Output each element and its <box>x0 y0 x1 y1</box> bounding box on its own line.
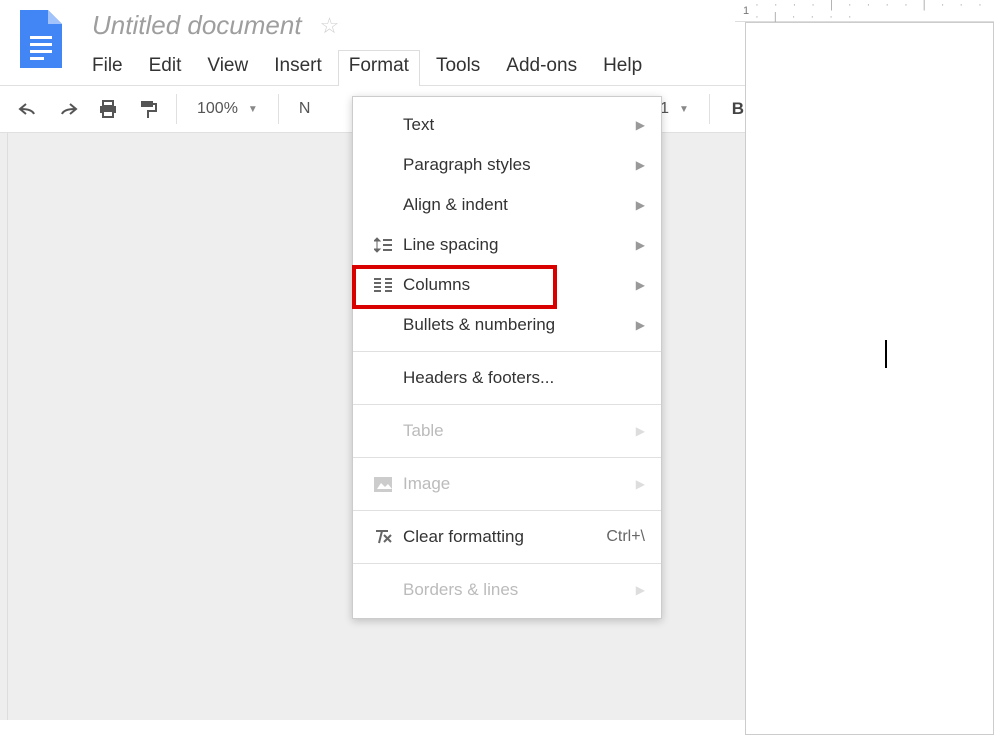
dd-label: Table <box>403 421 636 441</box>
menu-view[interactable]: View <box>207 51 248 81</box>
document-page[interactable] <box>745 22 994 735</box>
chevron-right-icon: ▶ <box>636 318 645 332</box>
ruler-number: 1 <box>743 5 749 17</box>
dropdown-divider <box>353 351 661 352</box>
dropdown-divider <box>353 404 661 405</box>
dd-label: Borders & lines <box>403 580 636 600</box>
dd-clear-formatting[interactable]: Clear formatting Ctrl+\ <box>353 517 661 557</box>
dd-label: Paragraph styles <box>403 155 636 175</box>
menu-file[interactable]: File <box>92 51 123 81</box>
image-icon <box>369 477 397 492</box>
ruler[interactable]: 1 · · · · | · · · · | · · · · | · · · · <box>735 0 994 22</box>
dropdown-divider <box>353 563 661 564</box>
dd-shortcut: Ctrl+\ <box>606 528 645 546</box>
font-initial: N <box>299 100 311 118</box>
docs-logo-icon[interactable] <box>20 10 62 68</box>
caret-down-icon: ▼ <box>248 104 258 115</box>
chevron-right-icon: ▶ <box>636 238 645 252</box>
chevron-right-icon: ▶ <box>636 118 645 132</box>
chevron-right-icon: ▶ <box>636 158 645 172</box>
dd-label: Clear formatting <box>403 527 606 547</box>
star-icon[interactable]: ☆ <box>320 13 340 39</box>
dd-headers-footers[interactable]: Headers & footers... <box>353 358 661 398</box>
dd-table: Table ▶ <box>353 411 661 451</box>
paint-format-button[interactable] <box>132 93 164 125</box>
dd-image: Image ▶ <box>353 464 661 504</box>
dropdown-divider <box>353 457 661 458</box>
chevron-right-icon: ▶ <box>636 424 645 438</box>
dd-label: Text <box>403 115 636 135</box>
dd-borders-lines: Borders & lines ▶ <box>353 570 661 610</box>
dd-label: Image <box>403 474 636 494</box>
dd-label: Columns <box>403 275 636 295</box>
menu-edit[interactable]: Edit <box>149 51 182 81</box>
print-button[interactable] <box>92 93 124 125</box>
zoom-select[interactable]: 100% ▼ <box>189 93 266 125</box>
menu-tools[interactable]: Tools <box>436 51 480 81</box>
dd-label: Bullets & numbering <box>403 315 636 335</box>
dd-columns[interactable]: Columns ▶ <box>353 265 661 305</box>
chevron-right-icon: ▶ <box>636 583 645 597</box>
document-title[interactable]: Untitled document <box>92 10 302 41</box>
toolbar-divider <box>278 94 279 124</box>
dd-label: Headers & footers... <box>403 368 645 388</box>
caret-down-icon: ▼ <box>679 104 689 115</box>
dd-align-indent[interactable]: Align & indent ▶ <box>353 185 661 225</box>
bold-label: B <box>732 99 744 119</box>
columns-icon <box>369 278 397 292</box>
format-dropdown: Text ▶ Paragraph styles ▶ Align & indent… <box>352 96 662 619</box>
line-spacing-icon <box>369 237 397 253</box>
zoom-value: 100% <box>197 100 238 118</box>
menu-insert[interactable]: Insert <box>274 51 322 81</box>
menu-format[interactable]: Format <box>338 50 420 86</box>
redo-button[interactable] <box>52 93 84 125</box>
undo-button[interactable] <box>12 93 44 125</box>
chevron-right-icon: ▶ <box>636 278 645 292</box>
toolbar-divider <box>176 94 177 124</box>
text-cursor <box>885 340 887 368</box>
toolbar-divider <box>709 94 710 124</box>
dd-text[interactable]: Text ▶ <box>353 105 661 145</box>
clear-format-icon <box>369 529 397 545</box>
dd-bullets-numbering[interactable]: Bullets & numbering ▶ <box>353 305 661 345</box>
dd-label: Line spacing <box>403 235 636 255</box>
menubar: File Edit View Insert Format Tools Add-o… <box>92 51 642 81</box>
title-area: Untitled document ☆ File Edit View Inser… <box>92 10 642 81</box>
chevron-right-icon: ▶ <box>636 198 645 212</box>
dropdown-divider <box>353 510 661 511</box>
styles-select[interactable]: N <box>291 93 319 125</box>
dd-paragraph-styles[interactable]: Paragraph styles ▶ <box>353 145 661 185</box>
menu-help[interactable]: Help <box>603 51 642 81</box>
dd-label: Align & indent <box>403 195 636 215</box>
menu-addons[interactable]: Add-ons <box>506 51 577 81</box>
chevron-right-icon: ▶ <box>636 477 645 491</box>
dd-line-spacing[interactable]: Line spacing ▶ <box>353 225 661 265</box>
left-margin <box>0 133 8 720</box>
